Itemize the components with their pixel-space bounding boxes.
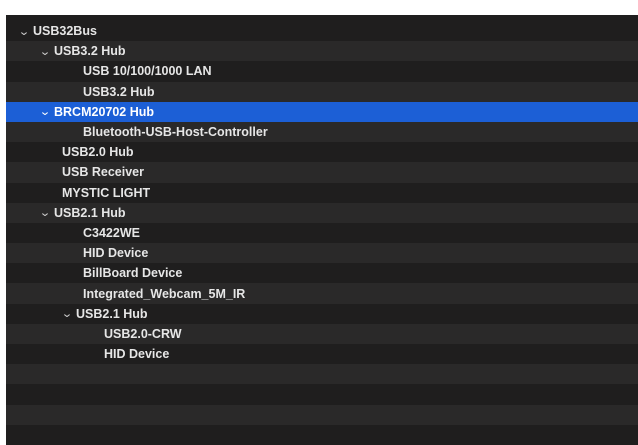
tree-row-label: USB2.1 Hub	[76, 306, 148, 321]
tree-row-hid-device[interactable]: HID Device	[6, 243, 638, 264]
tree-row-label: USB2.0-CRW	[104, 326, 182, 341]
tree-row-hid-device-nested[interactable]: HID Device	[6, 344, 638, 364]
tree-row-label: USB3.2 Hub	[54, 44, 126, 59]
tree-row-billboard-device[interactable]: BillBoard Device	[6, 263, 638, 283]
tree-row-usb21-hub-nested[interactable]: ⌄ USB2.1 Hub	[6, 304, 638, 324]
tree-row-label: Integrated_Webcam_5M_IR	[83, 286, 246, 301]
tree-row-label: MYSTIC LIGHT	[62, 185, 151, 200]
tree-row-label: BillBoard Device	[83, 266, 183, 281]
tree-row-usb32-hub-child[interactable]: USB3.2 Hub	[6, 81, 638, 102]
tree-row-usb21-hub[interactable]: ⌄ USB2.1 Hub	[6, 202, 638, 223]
tree-row-label: USB3.2 Hub	[83, 84, 155, 99]
chevron-down-icon[interactable]: ⌄	[16, 25, 32, 38]
tree-row-brcm20702-hub[interactable]: ⌄ BRCM20702 Hub	[6, 101, 638, 122]
tree-row-label: BRCM20702 Hub	[54, 104, 155, 119]
tree-row-usb20-hub[interactable]: USB2.0 Hub	[6, 142, 638, 162]
device-tree-panel: ⌄ USB32Bus ⌄ USB3.2 Hub USB 10/100/1000 …	[6, 15, 638, 445]
tree-row-bluetooth-controller[interactable]: Bluetooth-USB-Host-Controller	[6, 121, 638, 143]
tree-row-label: Bluetooth-USB-Host-Controller	[83, 125, 268, 140]
tree-row-label: USB2.0 Hub	[62, 145, 134, 160]
tree-row-usb32bus[interactable]: ⌄ USB32Bus	[6, 21, 638, 41]
tree-row-integrated-webcam[interactable]: Integrated_Webcam_5M_IR	[6, 283, 638, 304]
tree-row-usb-lan[interactable]: USB 10/100/1000 LAN	[6, 61, 638, 81]
chevron-down-icon[interactable]: ⌄	[37, 206, 53, 219]
chevron-down-icon[interactable]: ⌄	[37, 105, 53, 118]
usb-device-tree: ⌄ USB32Bus ⌄ USB3.2 Hub USB 10/100/1000 …	[6, 21, 638, 425]
tree-row-label: C3422WE	[83, 225, 140, 240]
empty-row	[6, 364, 638, 385]
tree-row-label: USB Receiver	[62, 165, 144, 180]
empty-row	[6, 384, 638, 404]
chevron-down-icon[interactable]: ⌄	[59, 307, 75, 320]
tree-row-label: HID Device	[83, 246, 149, 261]
tree-row-label: HID Device	[104, 347, 170, 362]
tree-row-label: USB 10/100/1000 LAN	[83, 64, 212, 79]
chevron-down-icon[interactable]: ⌄	[37, 45, 53, 58]
tree-row-label: USB32Bus	[33, 24, 97, 39]
tree-row-c3422we[interactable]: C3422WE	[6, 223, 638, 243]
tree-row-mystic-light[interactable]: MYSTIC LIGHT	[6, 183, 638, 203]
tree-row-usb-receiver[interactable]: USB Receiver	[6, 162, 638, 183]
tree-row-usb20-crw[interactable]: USB2.0-CRW	[6, 323, 638, 344]
tree-row-label: USB2.1 Hub	[54, 205, 126, 220]
empty-row	[6, 404, 638, 425]
tree-row-usb32-hub[interactable]: ⌄ USB3.2 Hub	[6, 41, 638, 62]
